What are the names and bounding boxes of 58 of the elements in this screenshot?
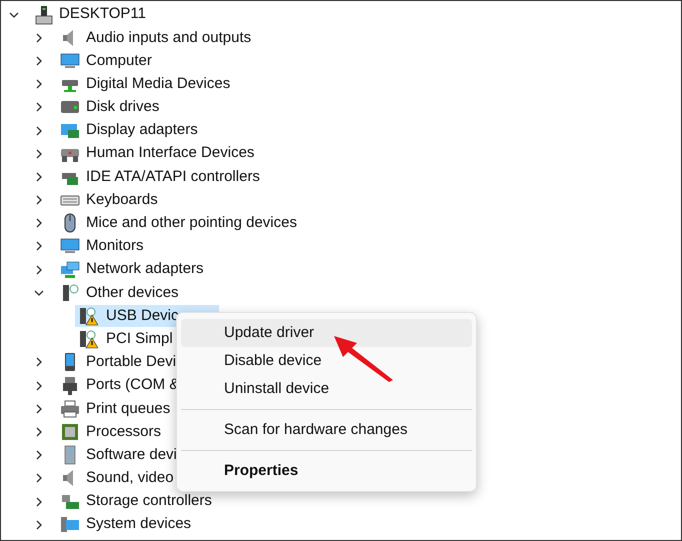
chevron-right-icon[interactable] xyxy=(34,264,44,275)
chevron-right-icon[interactable] xyxy=(34,102,44,112)
chevron-right-icon[interactable] xyxy=(34,218,44,228)
tree-item[interactable]: Mice and other pointing devices xyxy=(60,212,301,235)
menu-item[interactable]: Uninstall device xyxy=(181,375,472,403)
tree-item[interactable]: Print queues xyxy=(60,398,174,420)
chevron-right-icon[interactable] xyxy=(34,426,44,437)
chevron-right-icon[interactable] xyxy=(34,195,44,206)
menu-item[interactable]: Scan for hardware changes xyxy=(181,416,472,444)
tree-root-label[interactable]: DESKTOP11 xyxy=(59,3,146,26)
tree-item[interactable]: Disk drives xyxy=(60,96,164,119)
tree-item[interactable]: Digital Media Devices xyxy=(60,72,234,96)
tree-item[interactable]: PCI Simpl xyxy=(75,328,177,350)
tree-item[interactable]: System devices xyxy=(60,513,196,536)
chevron-right-icon[interactable] xyxy=(34,473,44,484)
tree-item[interactable]: Network adapters xyxy=(60,258,208,281)
unknown-device-icon xyxy=(60,282,80,303)
network-icon xyxy=(60,260,80,280)
chevron-right-icon[interactable] xyxy=(34,404,44,414)
menu-item[interactable]: Properties xyxy=(181,457,472,485)
chevron-right-icon[interactable] xyxy=(34,496,44,507)
warning-device-icon xyxy=(78,329,98,350)
tree-item[interactable]: Human Interface Devices xyxy=(60,142,258,165)
pointer-arrow xyxy=(333,335,395,383)
chevron-right-icon[interactable] xyxy=(34,380,44,391)
chevron-right-icon[interactable] xyxy=(34,126,44,136)
tree-item[interactable]: Keyboards xyxy=(60,188,162,212)
monitor-icon xyxy=(60,50,80,71)
tree-item[interactable]: Other devices xyxy=(60,282,183,304)
tree-item[interactable]: IDE ATA/ATAPI controllers xyxy=(60,166,264,188)
chevron-down-icon[interactable] xyxy=(34,288,44,298)
tree-item[interactable]: Sound, video xyxy=(60,467,178,490)
port-connector-icon xyxy=(60,376,80,396)
tree-item[interactable]: Software devi xyxy=(60,444,181,466)
chevron-right-icon[interactable] xyxy=(34,520,44,530)
tree-item[interactable]: Computer xyxy=(60,50,156,72)
tree-item[interactable]: Processors xyxy=(60,420,166,444)
chevron-right-icon[interactable] xyxy=(34,32,44,43)
processor-icon xyxy=(60,422,80,442)
tree-item[interactable]: Storage controllers xyxy=(60,490,216,513)
computer-icon xyxy=(60,514,80,535)
chevron-right-icon[interactable] xyxy=(34,241,44,252)
chevron-right-icon[interactable] xyxy=(34,56,44,66)
tree-item[interactable]: Audio inputs and outputs xyxy=(60,26,256,50)
tree-item[interactable]: Display adapters xyxy=(60,119,202,142)
tree-item[interactable]: Portable Devi xyxy=(60,351,180,374)
chevron-right-icon[interactable] xyxy=(34,79,44,90)
warning-device-icon xyxy=(78,306,98,326)
chevron-right-icon[interactable] xyxy=(34,148,44,159)
chevron-right-icon[interactable] xyxy=(34,450,44,460)
chevron-down-icon[interactable] xyxy=(9,10,19,20)
computer-tower-icon xyxy=(35,4,53,25)
chevron-right-icon[interactable] xyxy=(34,172,44,182)
menu-item[interactable]: Disable device xyxy=(181,347,472,375)
chevron-right-icon[interactable] xyxy=(34,357,44,368)
tree-item[interactable]: Monitors xyxy=(60,235,148,258)
menu-item[interactable]: Update driver xyxy=(181,319,472,347)
printer-icon xyxy=(60,398,80,419)
